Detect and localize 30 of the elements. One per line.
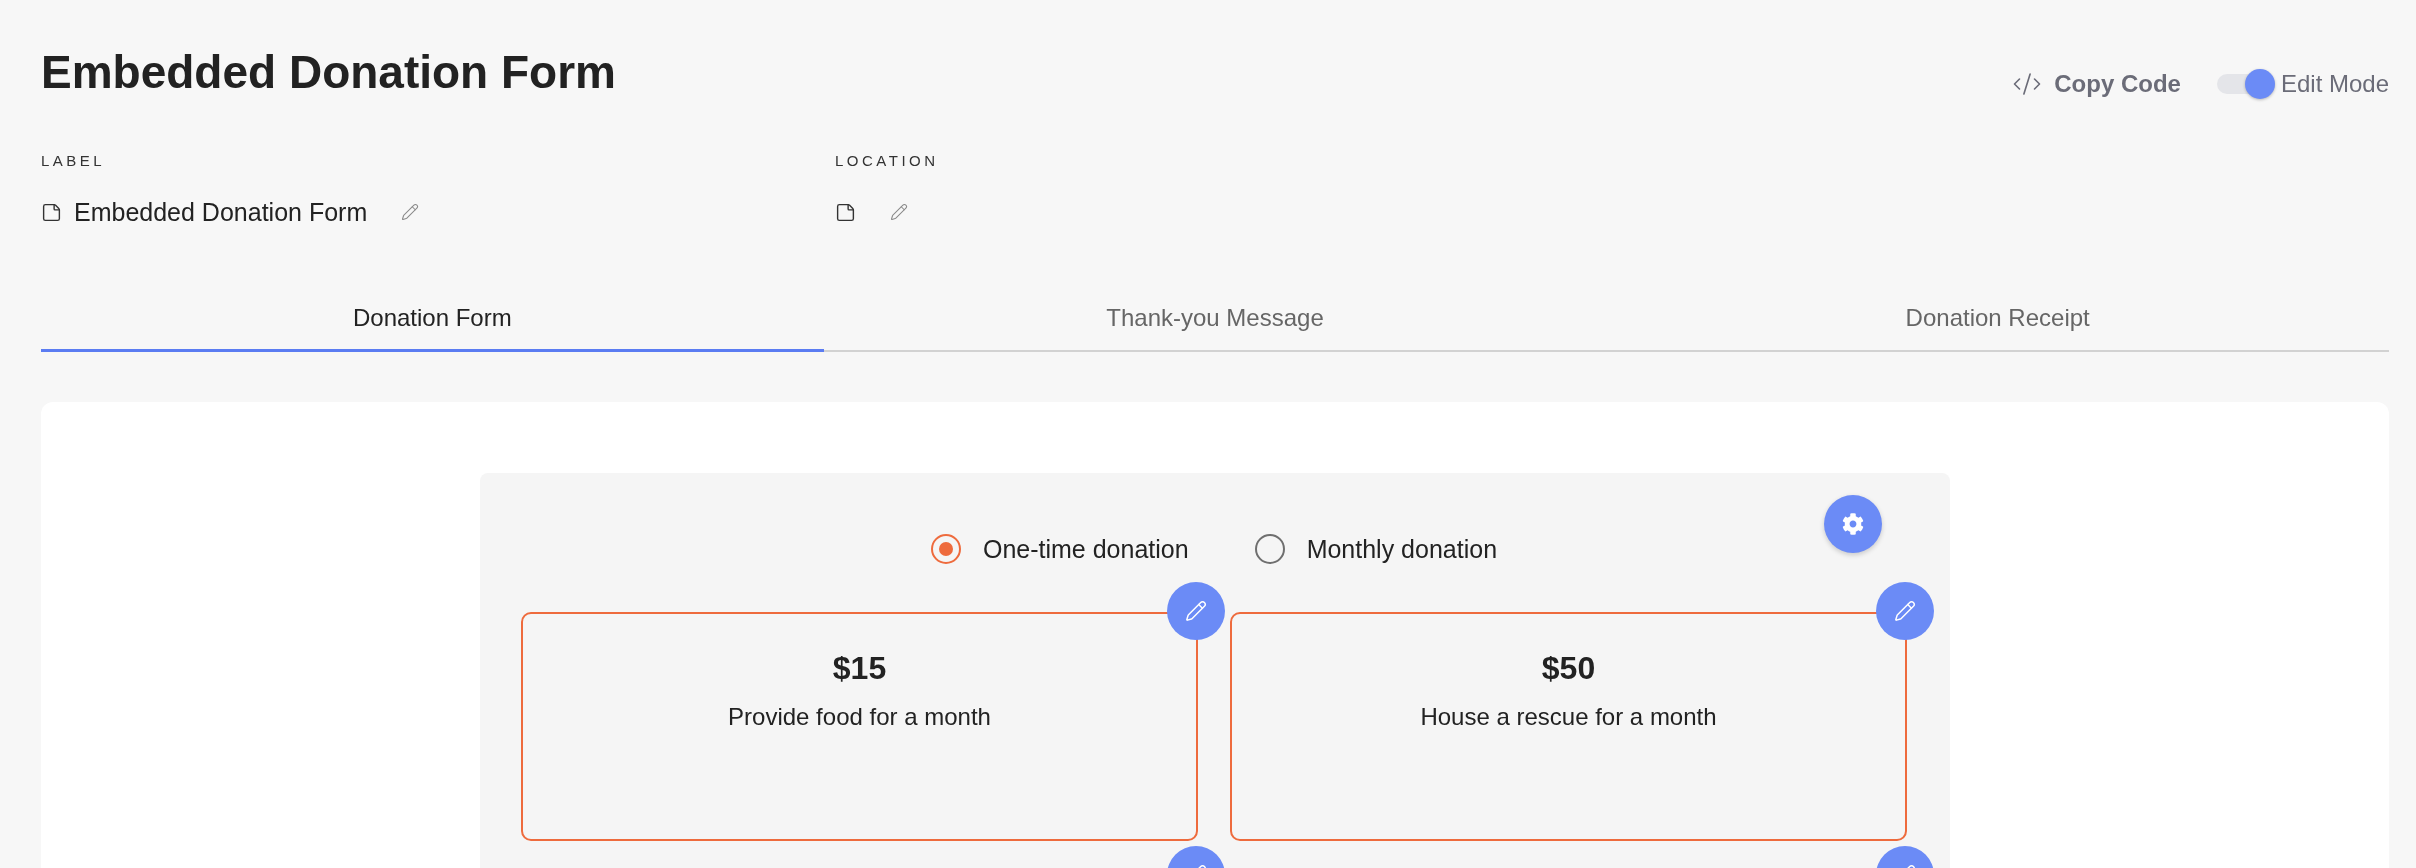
radio-option[interactable]: Monthly donation [1254, 534, 1498, 564]
tab[interactable]: Thank-you Message [823, 303, 1607, 352]
copy-code-button[interactable]: Copy Code [2012, 69, 2181, 99]
field-value: Embedded Donation Form [74, 197, 368, 227]
edit-mode-label: Edit Mode [2280, 69, 2389, 99]
pencil-icon [1185, 600, 1207, 622]
amount-description: House a rescue for a month [1420, 702, 1717, 732]
pencil-icon[interactable] [890, 203, 908, 221]
pencil-icon [1894, 600, 1916, 622]
amount-text: $15 [832, 650, 887, 686]
note-icon [835, 201, 856, 223]
edit-button[interactable] [1167, 582, 1225, 640]
settings-icon [1842, 513, 1864, 535]
amount-card[interactable]: $50 House a rescue for a month [1230, 612, 1907, 841]
field-label: LABEL [41, 152, 106, 170]
radio-icon[interactable] [930, 534, 961, 564]
amount-card[interactable]: $15 Provide food for a month [521, 612, 1198, 841]
edit-button[interactable] [1876, 582, 1934, 640]
field-label: LOCATION [835, 152, 939, 170]
pencil-icon[interactable] [401, 203, 420, 221]
radio-option[interactable]: One-time donation [930, 534, 1189, 564]
toggle-switch[interactable] [2216, 69, 2275, 99]
tab[interactable]: Donation Receipt [1606, 303, 2389, 352]
page-title: Embedded Donation Form [41, 45, 616, 100]
amount-description: Provide food for a month [728, 702, 991, 732]
tab[interactable]: Donation Form [41, 303, 824, 352]
radio-icon[interactable] [1254, 534, 1285, 564]
settings-button[interactable] [1824, 495, 1882, 553]
note-icon [41, 201, 62, 223]
amount-text: $50 [1541, 650, 1596, 686]
